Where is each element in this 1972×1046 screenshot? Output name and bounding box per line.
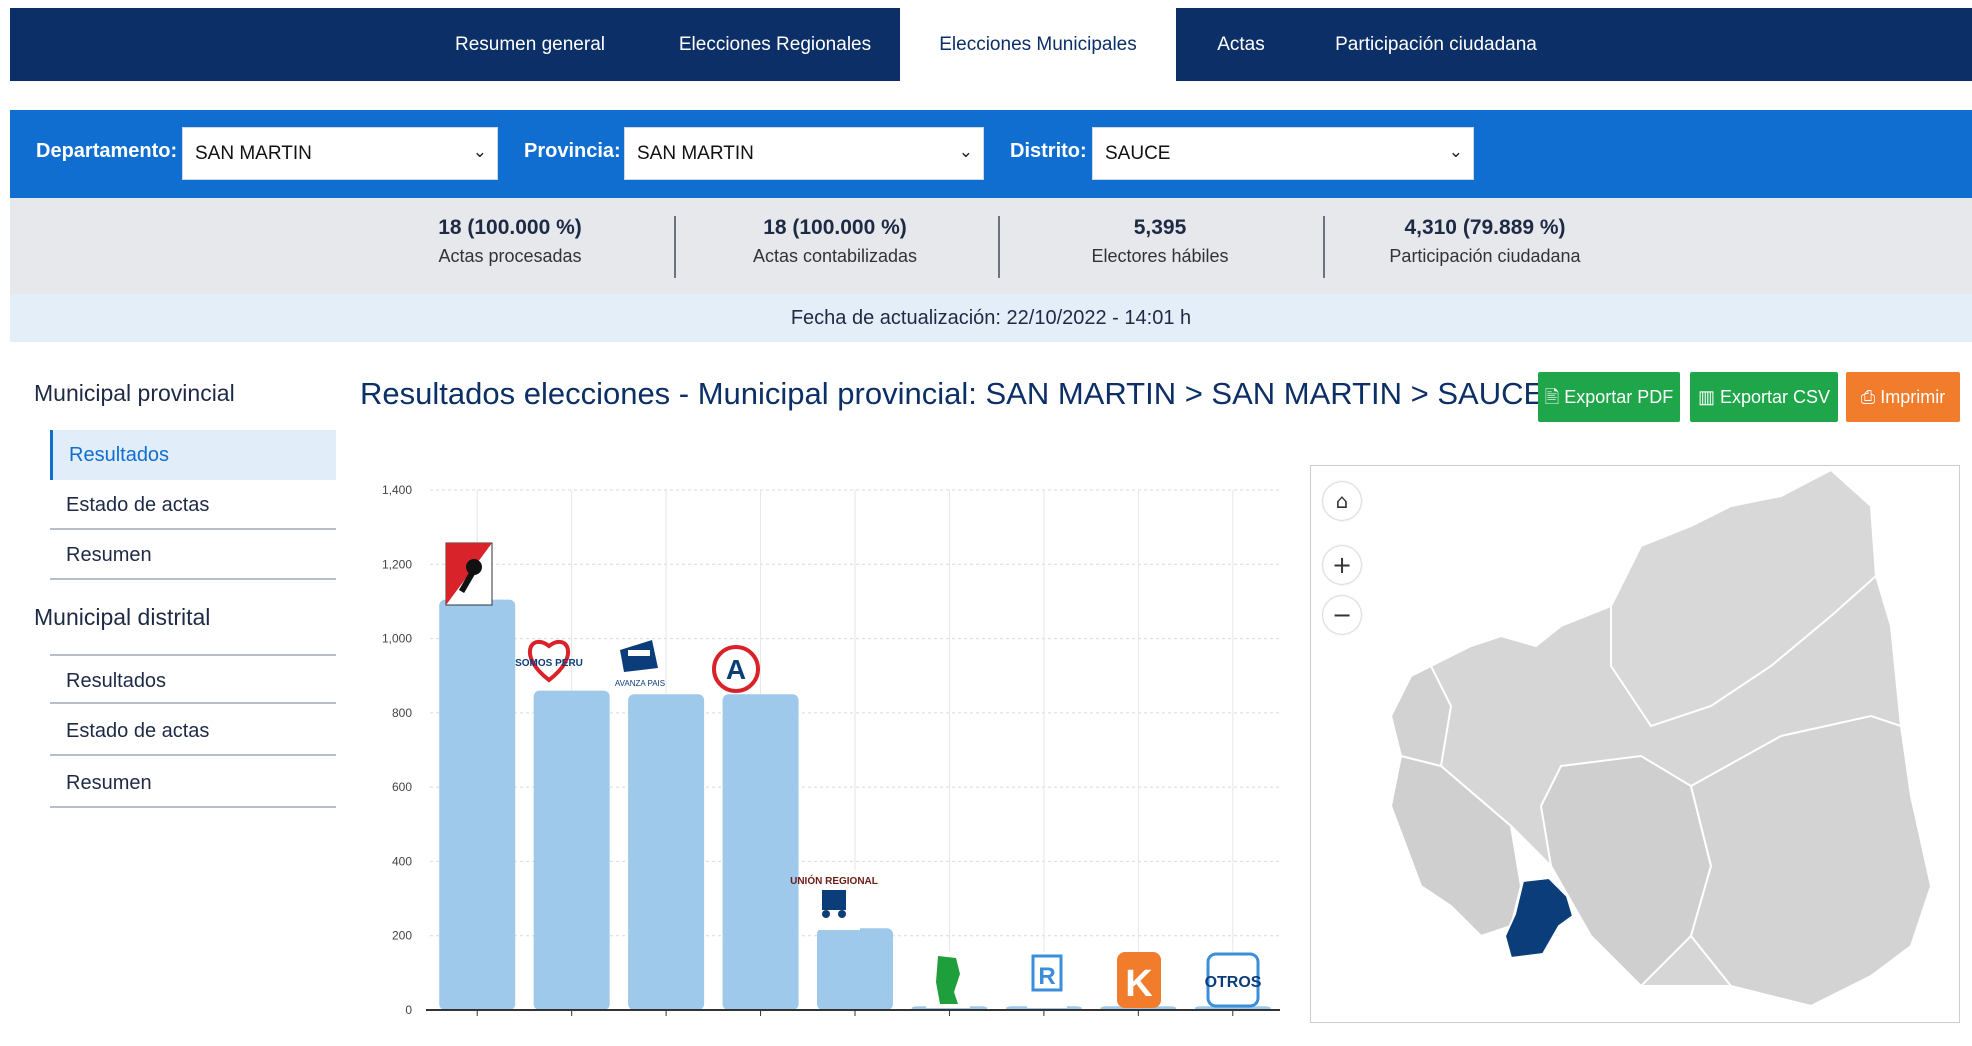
party-logo-icon — [445, 542, 493, 606]
stat-actas-procesadas: 18 (100.000 %) Actas procesadas — [350, 216, 670, 267]
sidebar-item-resumen-provincial[interactable]: Resumen — [50, 530, 336, 580]
sidebar-heading-provincial: Municipal provincial — [34, 380, 235, 406]
logo-text: A — [726, 654, 746, 685]
bar-3[interactable] — [722, 694, 799, 1010]
stat-label: Actas procesadas — [438, 246, 582, 266]
letter-k-logo-icon: K — [1117, 952, 1161, 1008]
y-tick-label: 200 — [392, 929, 412, 943]
y-tick-label: 800 — [392, 706, 412, 720]
logo-text: K — [1125, 963, 1153, 1005]
bar-4[interactable] — [817, 928, 893, 1010]
bar-2[interactable] — [628, 694, 705, 1010]
logo-text: SOMOS PERU — [515, 658, 583, 669]
logo-text: AVANZA PAIS — [615, 679, 665, 688]
departamento-label: Departamento: — [36, 140, 178, 162]
distrito-label: Distrito: — [1010, 140, 1087, 162]
y-tick-label: 1,200 — [382, 557, 412, 571]
departamento-value: SAN MARTIN — [195, 143, 312, 164]
y-tick-label: 0 — [405, 1003, 412, 1017]
chevron-down-icon: ⌄ — [1448, 142, 1463, 162]
bar-1[interactable] — [533, 690, 610, 1010]
page-title: Resultados elecciones - Municipal provin… — [360, 376, 1545, 411]
stat-value: 18 (100.000 %) — [438, 216, 582, 239]
letter-a-logo-icon: A — [712, 645, 760, 693]
top-navigation: Resumen general Elecciones Regionales El… — [10, 8, 1972, 81]
stat-label: Electores hábiles — [1091, 246, 1229, 266]
y-tick-label: 400 — [392, 854, 412, 868]
heart-logo-icon: SOMOS PERU — [515, 639, 583, 683]
export-csv-button[interactable]: ▥ Exportar CSV — [1690, 372, 1838, 422]
filter-bar: Departamento: SAN MARTIN ⌄ Provincia: SA… — [10, 110, 1972, 198]
distrito-select[interactable]: SAUCE ⌄ — [1092, 127, 1474, 180]
export-pdf-button[interactable]: 🖹 Exportar PDF — [1538, 372, 1680, 422]
tab-actas[interactable]: Actas — [1176, 8, 1306, 81]
map-panel[interactable]: ⌂ + − — [1310, 465, 1960, 1023]
stat-value: 4,310 (79.889 %) — [1404, 216, 1566, 239]
stat-electores-habiles: 5,395 Electores hábiles — [1000, 216, 1320, 267]
logo-text: OTROS — [1205, 974, 1262, 991]
map-shape-logo-icon — [926, 952, 970, 1008]
sidebar-item-resumen-distrital[interactable]: Resumen — [50, 758, 336, 808]
provincia-select[interactable]: SAN MARTIN ⌄ — [624, 127, 984, 180]
update-date: Fecha de actualización: 22/10/2022 - 14:… — [10, 294, 1972, 342]
letter-r-logo-icon: R — [1027, 952, 1067, 1008]
stat-participacion: 4,310 (79.889 %) Participación ciudadana — [1325, 216, 1645, 267]
sidebar-heading-distrital: Municipal distrital — [34, 604, 211, 630]
stats-bar: 18 (100.000 %) Actas procesadas 18 (100.… — [10, 198, 1972, 294]
tab-elecciones-municipales[interactable]: Elecciones Municipales — [900, 8, 1176, 81]
sidebar-item-estado-actas-provincial[interactable]: Estado de actas — [50, 480, 336, 530]
print-button[interactable]: ⎙ Imprimir — [1846, 372, 1960, 422]
tab-participacion-ciudadana[interactable]: Participación ciudadana — [1306, 8, 1566, 81]
sidebar-item-resultados-distrital[interactable]: Resultados — [50, 654, 336, 704]
y-tick-label: 600 — [392, 780, 412, 794]
stat-label: Actas contabilizadas — [752, 246, 918, 266]
results-bar-chart: 02004006008001,0001,2001,400 SOMOS PERU … — [382, 483, 1280, 1017]
chevron-down-icon: ⌄ — [958, 142, 973, 162]
distrito-value: SAUCE — [1105, 143, 1171, 164]
union-regional-logo-icon: UNIÓN REGIONAL — [790, 870, 878, 930]
y-tick-label: 1,400 — [382, 483, 412, 497]
departamento-select[interactable]: SAN MARTIN ⌄ — [182, 127, 498, 180]
provincia-value: SAN MARTIN — [637, 143, 754, 164]
logo-text: UNIÓN REGIONAL — [790, 874, 878, 887]
otros-logo-icon: OTROS — [1205, 952, 1262, 1008]
tab-resumen-general[interactable]: Resumen general — [410, 8, 650, 81]
stat-actas-contabilizadas: 18 (100.000 %) Actas contabilizadas — [675, 216, 995, 267]
logo-text: R — [1038, 963, 1055, 990]
stat-value: 5,395 — [1133, 216, 1187, 239]
bar-0[interactable] — [439, 599, 516, 1010]
y-tick-label: 1,000 — [382, 632, 412, 646]
region-map — [1389, 468, 1933, 1008]
tab-elecciones-regionales[interactable]: Elecciones Regionales — [650, 8, 900, 81]
sidebar-item-estado-actas-distrital[interactable]: Estado de actas — [50, 706, 336, 756]
stat-value: 18 (100.000 %) — [763, 216, 907, 239]
provincia-label: Provincia: — [524, 140, 621, 162]
train-logo-icon: AVANZA PAIS — [615, 640, 665, 688]
stat-label: Participación ciudadana — [1389, 246, 1581, 266]
chevron-down-icon: ⌄ — [472, 142, 487, 162]
sidebar-item-resultados-provincial[interactable]: Resultados — [50, 430, 336, 480]
